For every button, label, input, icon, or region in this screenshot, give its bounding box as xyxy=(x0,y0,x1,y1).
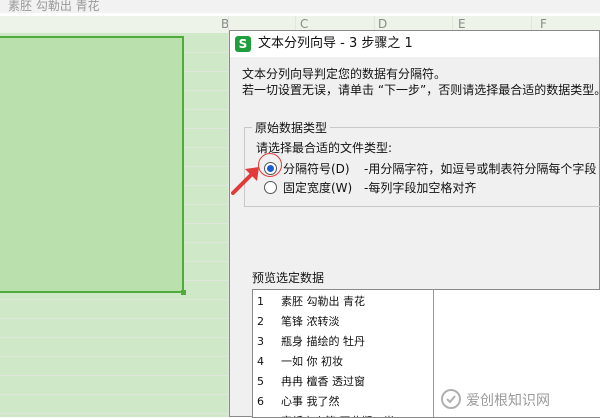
preview-row-text: 笔锋 浓转淡 xyxy=(281,315,340,328)
preview-row: 2 笔锋 浓转淡 xyxy=(253,312,433,332)
description-line-2: 若一切设置无误，请单击 “下一步”，否则请选择最合适的数据类型。 xyxy=(242,83,600,97)
preview-label: 预览选定数据 xyxy=(252,271,325,285)
formula-bar-text: 素胚 勾勒出 青花 xyxy=(0,0,600,13)
selected-range[interactable] xyxy=(0,36,184,293)
preview-row-text: 一如 你 初妆 xyxy=(281,355,343,368)
fill-handle[interactable] xyxy=(181,290,186,295)
fixed-width-description: -每列字段加空格对齐 xyxy=(364,181,477,195)
preview-row: 3 瓶身 描绘的 牡丹 xyxy=(253,332,433,352)
preview-row: 1 素胚 勾勒出 青花 xyxy=(253,292,433,312)
preview-row-number: 2 xyxy=(257,315,264,328)
preview-row-text: 素胚 勾勒出 青花 xyxy=(281,295,365,308)
watermark-text: 爱创根知识网 xyxy=(466,393,550,409)
preview-row: 7 宣纸上走笔 至此搁一半 xyxy=(253,412,433,417)
file-type-prompt: 请选择最合适的文件类型: xyxy=(256,141,393,155)
preview-row-number: 1 xyxy=(257,295,264,308)
watermark-logo-icon xyxy=(441,389,461,409)
preview-row-text: 宣纸上走笔 至此搁一半 xyxy=(281,412,395,417)
preview-row-number: 4 xyxy=(257,355,264,368)
preview-row: 4 一如 你 初妆 xyxy=(253,352,433,372)
delimited-description: -用分隔字符，如逗号或制表符分隔每个字段 xyxy=(364,162,597,176)
preview-row: 6 心事 我了然 xyxy=(253,392,433,412)
description-line-1: 文本分列向导判定您的数据有分隔符。 xyxy=(242,67,447,81)
text-to-columns-dialog: S 文本分列向导 - 3 步骤之 1 文本分列向导判定您的数据有分隔符。 若一切… xyxy=(229,30,600,418)
group-legend: 原始数据类型 xyxy=(252,119,331,136)
preview-row: 5 冉冉 檀香 透过窗 xyxy=(253,372,433,392)
annotation-arrow-icon xyxy=(231,167,259,195)
fixed-width-radio[interactable] xyxy=(264,181,277,194)
delimited-label[interactable]: 分隔符号(D) xyxy=(283,160,350,178)
preview-column-divider xyxy=(433,290,434,417)
preview-row-text: 瓶身 描绘的 牡丹 xyxy=(281,335,365,348)
preview-row-number: 5 xyxy=(257,375,264,388)
preview-row-text: 心事 我了然 xyxy=(281,395,340,408)
fixed-width-label[interactable]: 固定宽度(W) xyxy=(283,179,352,197)
dialog-title: 文本分列向导 - 3 步骤之 1 xyxy=(258,36,413,51)
wps-app-icon: S xyxy=(235,36,251,52)
dialog-titlebar[interactable]: S 文本分列向导 - 3 步骤之 1 xyxy=(230,31,599,57)
preview-row-text: 冉冉 檀香 透过窗 xyxy=(281,375,365,388)
preview-row-number: 7 xyxy=(257,412,277,417)
preview-row-number: 6 xyxy=(257,395,264,408)
preview-row-number: 3 xyxy=(257,335,264,348)
